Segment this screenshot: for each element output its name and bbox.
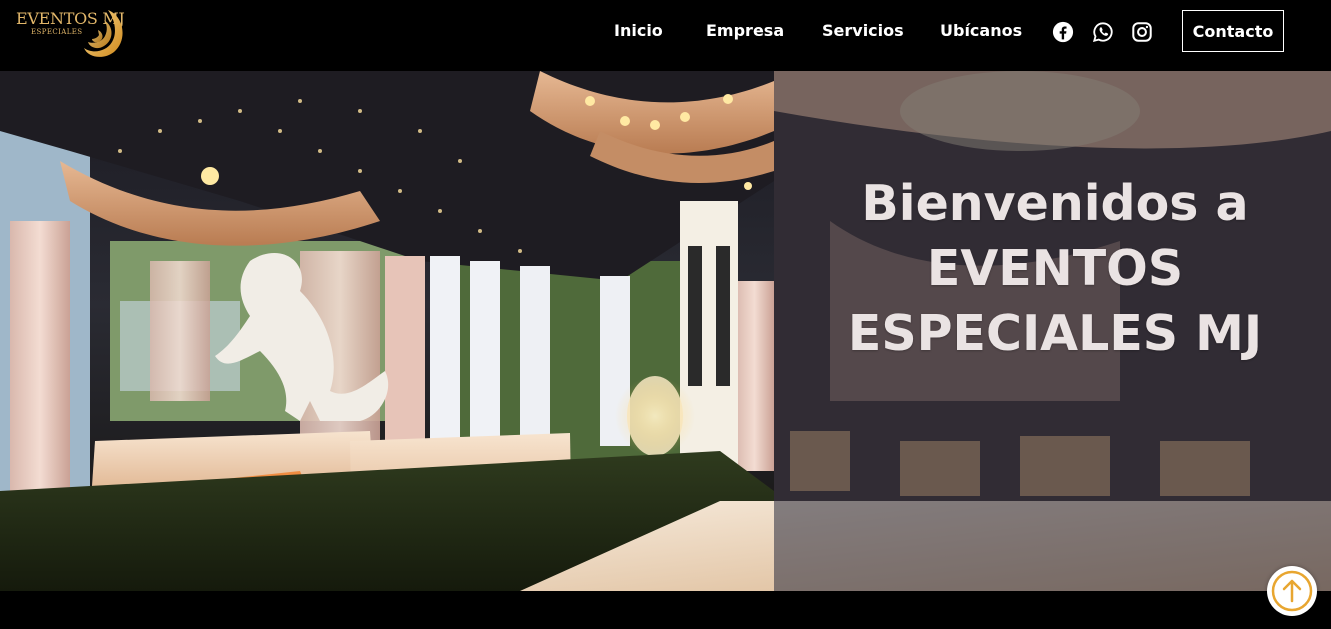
arrow-up-icon (1271, 570, 1313, 612)
logo-subtitle: ESPECIALES (31, 28, 83, 36)
nav-servicios[interactable]: Servicios (822, 20, 904, 42)
whatsapp-icon[interactable] (1092, 21, 1114, 43)
facebook-icon[interactable] (1052, 21, 1074, 43)
nav-ubicanos[interactable]: Ubícanos (940, 20, 1022, 42)
hero-title: Bienvenidos a EVENTOS ESPECIALES MJ (774, 171, 1331, 366)
hero-title-line3: ESPECIALES MJ (847, 305, 1263, 362)
contact-button[interactable]: Contacto (1182, 10, 1284, 52)
nav-inicio[interactable]: Inicio (614, 20, 663, 42)
bottom-band (0, 591, 1331, 629)
swirl-logo-icon (84, 10, 123, 57)
hero-title-line1: Bienvenidos a (861, 175, 1249, 232)
hero-section: Bienvenidos a EVENTOS ESPECIALES MJ (0, 71, 1331, 591)
instagram-icon[interactable] (1131, 21, 1153, 43)
nav-empresa[interactable]: Empresa (706, 20, 784, 42)
site-header: EVENTOS MJ ESPECIALES Inicio Empresa Ser… (0, 0, 1331, 71)
hero-title-line2: EVENTOS (926, 240, 1184, 297)
scroll-to-top-button[interactable] (1267, 566, 1317, 616)
brand-logo[interactable]: EVENTOS MJ ESPECIALES (14, 6, 126, 62)
